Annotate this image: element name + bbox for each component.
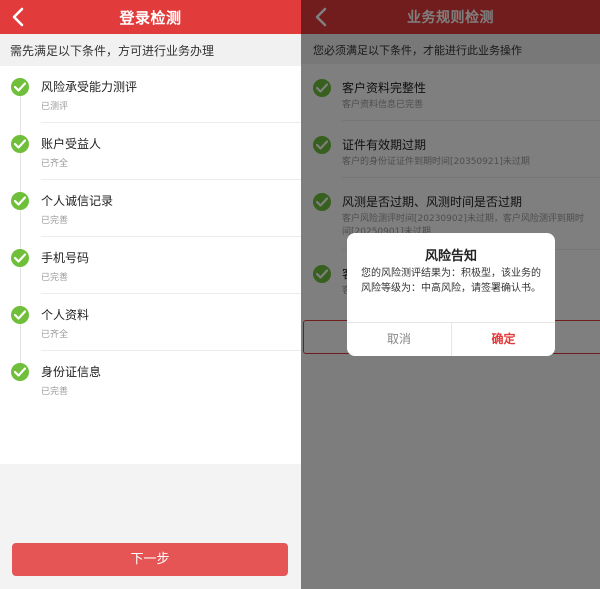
item-name: 手机号码	[41, 251, 90, 265]
cancel-button[interactable]: 取消	[347, 323, 451, 356]
login-check-screen: 登录检测 需先满足以下条件，方可进行业务办理 风险承受能力测评 已测评 账户受益…	[0, 0, 301, 589]
item-name: 个人资料	[41, 308, 90, 322]
list-item: 身份证信息 已完善	[0, 351, 301, 408]
confirm-button[interactable]: 确定	[452, 323, 555, 356]
check-icon	[11, 363, 29, 381]
check-icon	[11, 135, 29, 153]
check-icon	[11, 192, 29, 210]
page-title: 登录检测	[119, 9, 182, 27]
list-item: 个人诚信记录 已完善	[0, 180, 301, 237]
item-status: 已完善	[41, 216, 69, 226]
item-name: 账户受益人	[41, 137, 102, 151]
check-icon	[11, 306, 29, 324]
item-status: 已完善	[41, 273, 69, 283]
list-item: 账户受益人 已齐全	[0, 123, 301, 180]
item-status: 已齐全	[41, 159, 69, 169]
item-name: 身份证信息	[41, 365, 102, 379]
check-icon	[11, 249, 29, 267]
item-name: 个人诚信记录	[41, 194, 114, 208]
item-name: 风险承受能力测评	[41, 80, 138, 94]
risk-notice-dialog: 风险告知 您的风险测评结果为：积极型，该业务的风险等级为：中高风险，请签署确认书…	[347, 233, 555, 356]
next-step-button[interactable]: 下一步	[12, 543, 288, 576]
list-item: 手机号码 已完善	[0, 237, 301, 294]
nav-bar: 登录检测	[0, 0, 301, 34]
business-rule-check-screen: 业务规则检测 您必须满足以下条件，才能进行此业务操作 客户资料完整性 客户资料信…	[301, 0, 600, 589]
item-status: 已完善	[41, 387, 69, 397]
check-icon	[11, 78, 29, 96]
list-item: 风险承受能力测评 已测评	[0, 66, 301, 123]
dialog-message: 您的风险测评结果为：积极型，该业务的风险等级为：中高风险，请签署确认书。	[361, 268, 541, 294]
list-item: 个人资料 已齐全	[0, 294, 301, 351]
condition-list: 风险承受能力测评 已测评 账户受益人 已齐全 个人诚信记录 已完善 手机号码 已…	[0, 66, 301, 464]
condition-notice: 需先满足以下条件，方可进行业务办理	[0, 34, 301, 66]
screenshot-stage: 登录检测 需先满足以下条件，方可进行业务办理 风险承受能力测评 已测评 账户受益…	[0, 0, 600, 589]
dialog-title: 风险告知	[424, 249, 477, 264]
item-status: 已测评	[41, 102, 69, 112]
item-status: 已齐全	[41, 330, 69, 340]
